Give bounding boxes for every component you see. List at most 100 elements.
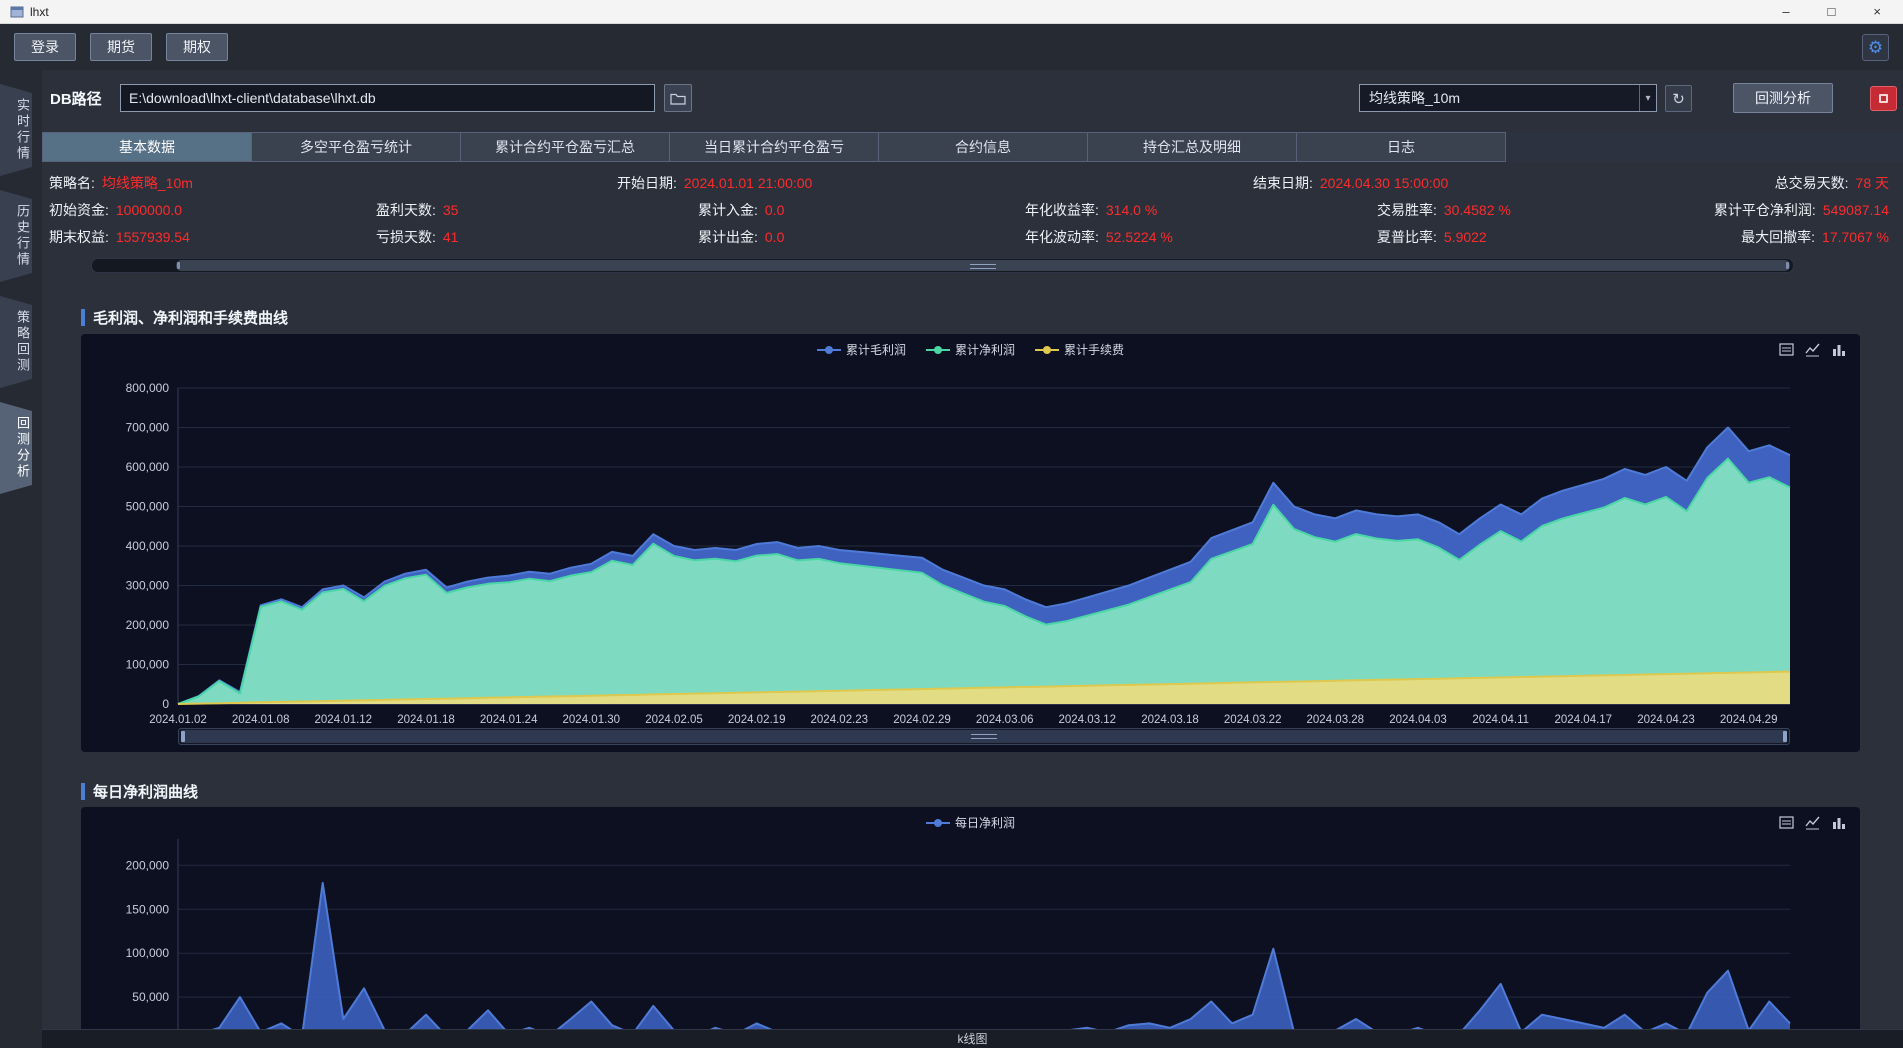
stat-start-date: 开始日期: 2024.01.01 21:00:00 [617,175,813,191]
bar-chart-icon[interactable] [1831,342,1846,357]
db-path-input[interactable] [120,84,655,112]
tab-contract-info[interactable]: 合约信息 [878,132,1088,162]
options-button[interactable]: 期权 [166,33,228,61]
sidebar-item-backtest-analysis[interactable]: 回测分析 [0,402,32,494]
section-accent-bar [81,308,85,326]
chart2-toolbox [1779,815,1846,830]
svg-text:2024.01.30: 2024.01.30 [563,714,621,726]
sidebar-item-realtime-quotes[interactable]: 实时行情 [0,84,32,176]
legend-item-fees[interactable]: 累计手续费 [1035,341,1124,358]
stop-button[interactable] [1870,86,1897,111]
db-path-label: DB路径 [50,91,102,108]
data-view-icon[interactable] [1779,342,1794,357]
stat-sharpe-ratio: 夏普比率: 5.9022 [1377,229,1487,245]
stat-initial-capital: 初始资金: 1000000.0 [49,202,183,218]
stat-total-deposit: 累计入金: 0.0 [698,202,785,218]
svg-text:2024.03.06: 2024.03.06 [976,714,1034,726]
bar-chart-icon[interactable] [1831,815,1846,830]
profit-curves-chart-canvas[interactable]: 0 100,000 200,000 300,000 400,000 500,000 600,… [81,334,1860,731]
close-button[interactable]: × [1873,4,1881,19]
db-path-row: DB路径 均线策略_10m ▾ ↻ 回测分析 [42,80,1903,116]
tab-long-short-pnl-stats[interactable]: 多空平仓盈亏统计 [251,132,461,162]
app-icon [10,6,24,17]
stat-strategy-name: 策略名: 均线策略_10m [49,175,193,191]
legend-item-gross-profit[interactable]: 累计毛利润 [816,341,906,358]
tab-log[interactable]: 日志 [1296,132,1506,162]
profit-curves-chart-panel: 0 100,000 200,000 300,000 400,000 500,000 600,… [81,334,1860,752]
svg-text:600,000: 600,000 [126,460,170,474]
stat-annual-volatility: 年化波动率: 52.5224 % [1025,229,1173,245]
settings-button[interactable]: ⚙ [1862,33,1889,61]
stat-total-withdrawal: 累计出金: 0.0 [698,229,785,245]
main-toolbar: 登录 期货 期权 ⚙ [0,24,1903,70]
svg-text:2024.01.24: 2024.01.24 [480,714,538,726]
stat-cumulative-net-profit: 累计平仓净利润: 549087.14 [1713,202,1889,218]
folder-icon [670,93,686,105]
legend-item-net-profit[interactable]: 累计净利润 [925,341,1015,358]
chart2-legend: 每日净利润 [81,814,1860,831]
line-chart-icon[interactable] [1805,815,1820,830]
report-tab-bar: 基本数据 多空平仓盈亏统计 累计合约平仓盈亏汇总 当日累计合约平仓盈亏 合约信息… [42,132,1903,162]
svg-text:500,000: 500,000 [126,500,170,514]
maximize-button[interactable]: □ [1828,4,1836,19]
daily-profit-chart-canvas[interactable]: 50,000 100,000 150,000 200,000 [81,807,1860,1048]
refresh-icon: ↻ [1672,90,1685,108]
browse-db-button[interactable] [664,84,692,112]
svg-text:2024.02.19: 2024.02.19 [728,714,786,726]
chart1-toolbox [1779,342,1846,357]
refresh-button[interactable]: ↻ [1665,85,1692,112]
gear-icon: ⚙ [1867,37,1884,57]
chart1-datazoom-slider[interactable] [178,728,1790,745]
data-view-icon[interactable] [1779,815,1794,830]
sidebar-item-history-quotes[interactable]: 历史行情 [0,190,32,282]
sidebar-item-strategy-backtest[interactable]: 策略回测 [0,296,32,388]
stop-icon [1879,94,1888,103]
svg-text:2024.03.28: 2024.03.28 [1307,714,1365,726]
strategy-select[interactable]: 均线策略_10m ▾ [1359,84,1657,112]
svg-text:2024.04.17: 2024.04.17 [1555,714,1613,726]
run-backtest-button[interactable]: 回测分析 [1733,83,1833,113]
login-button[interactable]: 登录 [14,33,76,61]
stat-max-drawdown: 最大回撤率: 17.7067 % [1741,229,1889,245]
svg-text:2024.03.12: 2024.03.12 [1059,714,1117,726]
svg-text:100,000: 100,000 [126,658,170,672]
svg-text:0: 0 [162,697,169,711]
chart1-title: 毛利润、净利润和手续费曲线 [93,309,289,327]
svg-text:2024.04.23: 2024.04.23 [1637,714,1695,726]
stat-loss-days: 亏损天数: 41 [376,229,459,245]
futures-button[interactable]: 期货 [90,33,152,61]
svg-text:2024.01.18: 2024.01.18 [397,714,455,726]
minimize-button[interactable]: – [1782,4,1789,19]
line-chart-icon[interactable] [1805,342,1820,357]
stat-total-trading-days: 总交易天数: 78 天 [1774,175,1889,191]
svg-text:100,000: 100,000 [126,946,170,960]
svg-text:2024.02.05: 2024.02.05 [645,714,703,726]
svg-text:800,000: 800,000 [126,381,170,395]
svg-text:400,000: 400,000 [126,539,170,553]
svg-text:200,000: 200,000 [126,618,170,632]
svg-text:50,000: 50,000 [132,990,169,1004]
stat-win-rate: 交易胜率: 30.4582 % [1377,202,1511,218]
svg-text:2024.02.23: 2024.02.23 [811,714,869,726]
legend-item-daily-net-profit[interactable]: 每日净利润 [925,814,1015,831]
tab-cumulative-contract-pnl-summary[interactable]: 累计合约平仓盈亏汇总 [460,132,670,162]
window-title: lhxt [30,4,49,19]
stats-panel: 策略名: 均线策略_10m 开始日期: 2024.01.01 21:00:00 结束… [42,166,1903,254]
stat-end-date: 结束日期: 2024.04.30 15:00:00 [1253,175,1449,191]
strategy-select-value: 均线策略_10m [1369,90,1461,106]
horizontal-scrollbar[interactable] [91,258,1794,273]
section-header-daily-profit: 每日净利润曲线 [81,780,198,802]
main-content: DB路径 均线策略_10m ▾ ↻ 回测分析 基本数据 多空平仓盈亏统计 累计合… [42,70,1903,1048]
tab-basic-data[interactable]: 基本数据 [42,132,252,162]
svg-text:2024.04.03: 2024.04.03 [1389,714,1447,726]
svg-text:2024.02.29: 2024.02.29 [893,714,951,726]
stat-final-equity: 期末权益: 1557939.54 [49,229,190,245]
tab-daily-cumulative-contract-pnl[interactable]: 当日累计合约平仓盈亏 [669,132,879,162]
svg-text:2024.01.02: 2024.01.02 [149,714,207,726]
tab-position-summary-detail[interactable]: 持仓汇总及明细 [1087,132,1297,162]
svg-text:2024.04.11: 2024.04.11 [1472,714,1529,726]
kline-section-header[interactable]: k线图 [42,1029,1903,1048]
svg-text:2024.01.08: 2024.01.08 [232,714,290,726]
svg-text:2024.03.22: 2024.03.22 [1224,714,1282,726]
chart1-legend: 累计毛利润 累计净利润 累计手续费 [81,341,1860,358]
